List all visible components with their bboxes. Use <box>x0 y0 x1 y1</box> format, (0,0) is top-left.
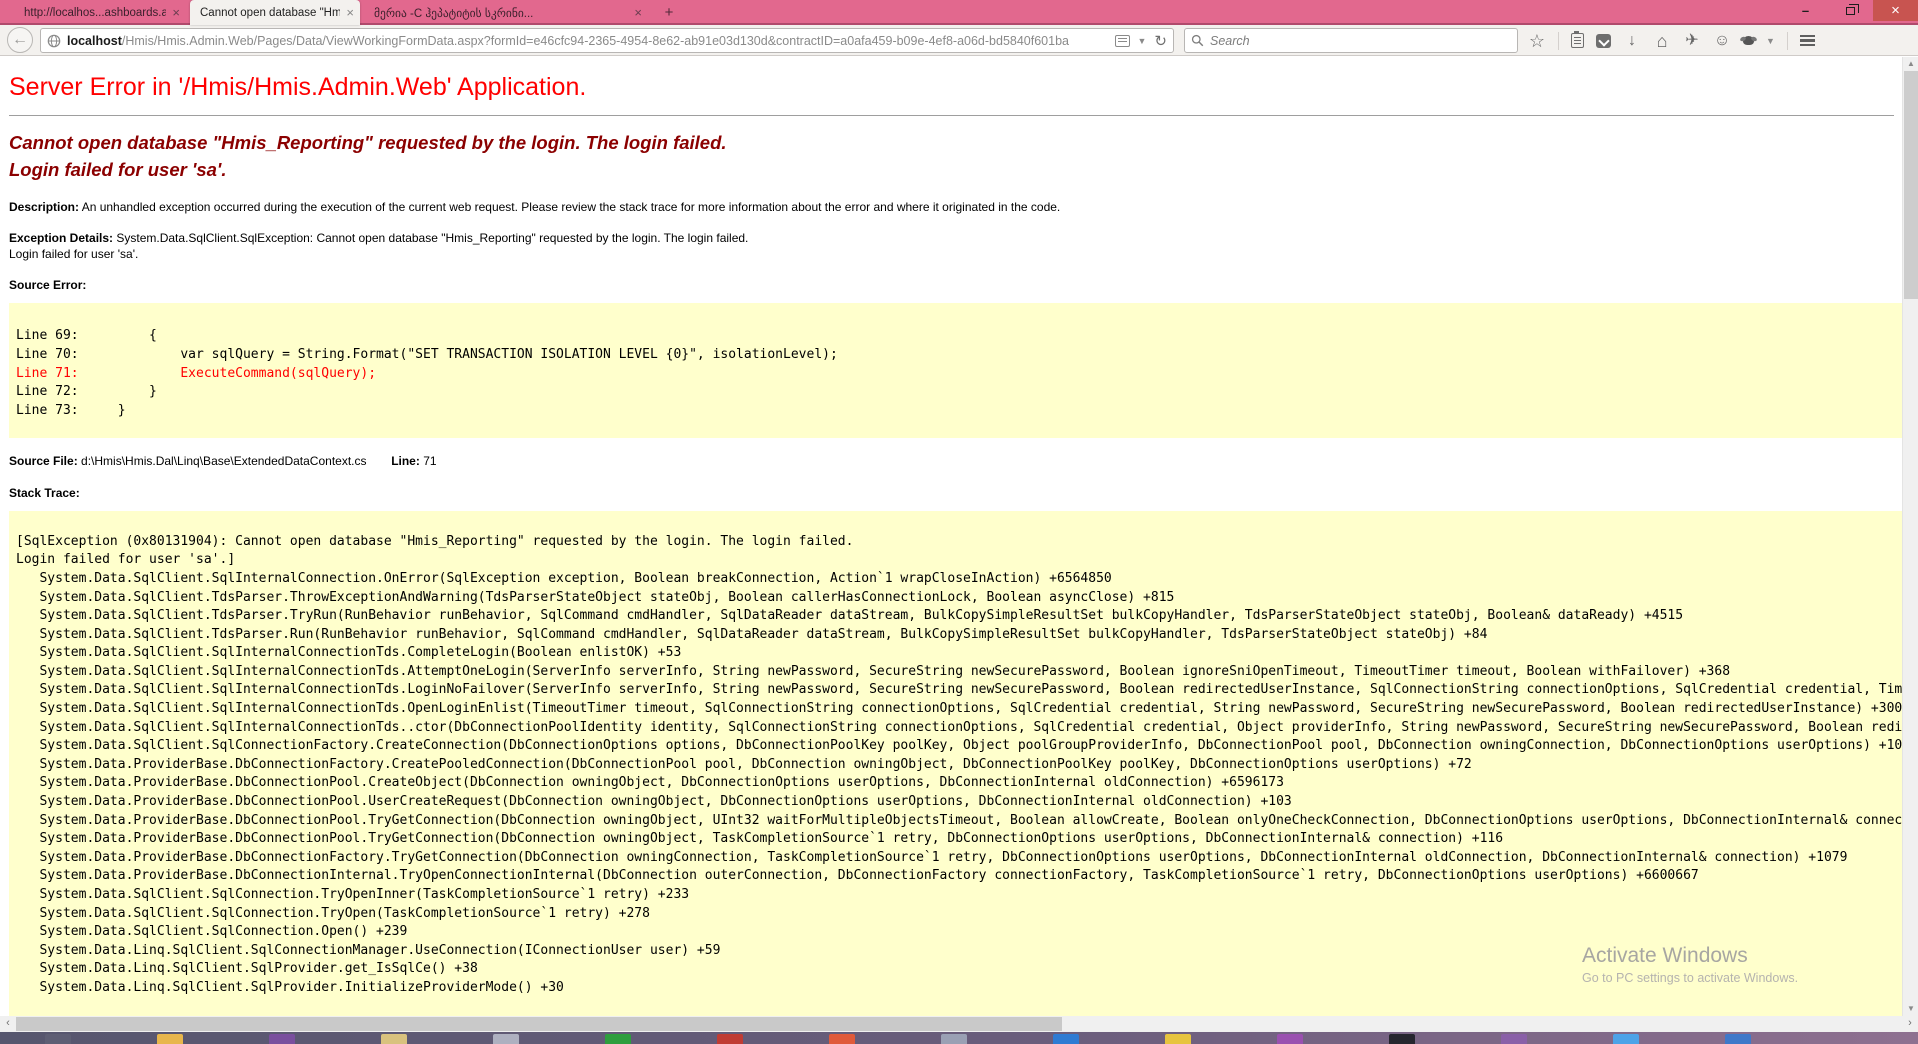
close-button[interactable]: × <box>1873 0 1918 21</box>
scroll-right-arrow[interactable]: › <box>1902 1016 1918 1032</box>
exception-details-text: System.Data.SqlClient.SqlException: Cann… <box>9 231 748 261</box>
tab-title: მერია -C ჰეპატიტის სკრინი... <box>374 6 628 20</box>
tab-close-icon[interactable]: × <box>346 6 354 19</box>
addon-icon[interactable] <box>1743 36 1754 45</box>
search-icon <box>1191 34 1204 47</box>
source-code-after: Line 72: } Line 73: } <box>16 383 1902 420</box>
vertical-scrollbar[interactable]: ▲ ▼ <box>1902 57 1918 1016</box>
taskbar-icon[interactable] <box>1053 1034 1079 1044</box>
source-error-box: Line 69: { Line 70: var sqlQuery = Strin… <box>9 303 1902 438</box>
exception-details-label: Exception Details: <box>9 231 113 245</box>
taskbar-icon[interactable] <box>605 1034 631 1044</box>
taskbar-icon[interactable] <box>381 1034 407 1044</box>
line-number: 71 <box>423 454 436 468</box>
taskbar-icon[interactable] <box>45 1034 71 1044</box>
tab-title: http://localhos...ashboards.aspx <box>24 7 166 19</box>
tab-dashboards[interactable]: http://localhos...ashboards.aspx × <box>14 2 186 23</box>
stack-trace-label: Stack Trace: <box>9 486 80 500</box>
toolbar-separator <box>1787 32 1788 50</box>
menu-hamburger-icon[interactable] <box>1800 35 1815 46</box>
source-code-error-line: Line 71: ExecuteCommand(sqlQuery); <box>16 365 1902 384</box>
tab-title: Cannot open database "Hmis_... <box>200 7 340 19</box>
source-file-label: Source File: <box>9 454 78 468</box>
scroll-up-arrow[interactable]: ▲ <box>1903 57 1918 71</box>
scroll-left-arrow[interactable]: ‹ <box>0 1016 16 1032</box>
toolbar-separator <box>1558 32 1559 50</box>
search-input[interactable] <box>1210 34 1511 48</box>
download-icon[interactable]: ↓ <box>1623 33 1641 49</box>
globe-icon <box>47 34 61 48</box>
chevron-down-icon[interactable]: ▼ <box>1766 36 1775 46</box>
line-label: Line: <box>391 454 420 468</box>
source-error-label: Source Error: <box>9 278 86 292</box>
stack-trace-heading: Stack Trace: <box>9 485 1894 501</box>
horizontal-scrollbar[interactable]: ‹ › <box>0 1016 1918 1032</box>
stack-trace-box: [SqlException (0x80131904): Cannot open … <box>9 511 1902 1016</box>
source-file-path: d:\Hmis\Hmis.Dal\Linq\Base\ExtendedDataC… <box>81 454 366 468</box>
page-title: Server Error in '/Hmis/Hmis.Admin.Web' A… <box>9 73 1894 102</box>
browser-window: http://localhos...ashboards.aspx × Canno… <box>0 0 1918 1044</box>
taskbar-icon[interactable] <box>1725 1034 1751 1044</box>
tab-error-page[interactable]: Cannot open database "Hmis_... × <box>190 0 360 25</box>
taskbar <box>0 1032 1918 1044</box>
home-icon[interactable]: ⌂ <box>1653 33 1671 49</box>
minimize-button[interactable]: – <box>1783 0 1828 21</box>
description-text: An unhandled exception occurred during t… <box>82 200 1061 214</box>
window-controls: – × <box>1783 0 1918 21</box>
new-tab-button[interactable]: + <box>656 3 682 23</box>
urlbar-actions: ▼ ↻ <box>1115 32 1168 50</box>
taskbar-icon[interactable] <box>1501 1034 1527 1044</box>
source-error-heading: Source Error: <box>9 277 1894 293</box>
hello-smiley-icon[interactable]: ☺ <box>1713 33 1731 49</box>
error-subtitle: Cannot open database "Hmis_Reporting" re… <box>9 130 1894 184</box>
description-label: Description: <box>9 200 79 214</box>
taskbar-icon[interactable] <box>717 1034 743 1044</box>
url-text[interactable]: localhost/Hmis/Hmis.Admin.Web/Pages/Data… <box>67 34 1115 48</box>
taskbar-icon[interactable] <box>1613 1034 1639 1044</box>
url-path: /Hmis/Hmis.Admin.Web/Pages/Data/ViewWork… <box>122 34 1069 48</box>
back-button[interactable]: ← <box>7 27 33 53</box>
bookmark-star-icon[interactable]: ☆ <box>1528 33 1546 49</box>
taskbar-icon[interactable] <box>1277 1034 1303 1044</box>
taskbar-icon[interactable] <box>829 1034 855 1044</box>
pocket-icon[interactable] <box>1596 34 1611 48</box>
divider <box>9 115 1894 116</box>
search-box[interactable] <box>1184 28 1518 53</box>
toolbar-icons: ☆ ↓ ⌂ ✈ ☺ ▼ <box>1528 25 1870 56</box>
navigation-toolbar: ← localhost/Hmis/Hmis.Admin.Web/Pages/Da… <box>0 25 1918 56</box>
reader-mode-icon[interactable] <box>1115 35 1130 47</box>
restore-icon <box>1846 7 1855 15</box>
scroll-down-arrow[interactable]: ▼ <box>1903 1002 1918 1016</box>
source-file-paragraph: Source File: d:\Hmis\Hmis.Dal\Linq\Base\… <box>9 453 1894 469</box>
restore-button[interactable] <box>1828 0 1873 21</box>
error-page-content: Server Error in '/Hmis/Hmis.Admin.Web' A… <box>0 57 1902 1016</box>
exception-paragraph: Exception Details: System.Data.SqlClient… <box>9 230 1894 262</box>
tab-georgian-page[interactable]: მერია -C ჰეპატიტის სკრინი... × <box>364 2 648 23</box>
source-code-before: Line 69: { Line 70: var sqlQuery = Strin… <box>16 327 1902 364</box>
stack-trace-text: [SqlException (0x80131904): Cannot open … <box>16 533 1902 998</box>
tab-close-icon[interactable]: × <box>634 6 642 19</box>
reading-list-icon[interactable] <box>1571 33 1584 48</box>
taskbar-icon[interactable] <box>493 1034 519 1044</box>
chevron-down-icon[interactable]: ▼ <box>1138 36 1147 46</box>
taskbar-icon[interactable] <box>157 1034 183 1044</box>
url-bar[interactable]: localhost/Hmis/Hmis.Admin.Web/Pages/Data… <box>40 28 1174 53</box>
tab-bar: http://localhos...ashboards.aspx × Canno… <box>0 0 1918 25</box>
tab-close-icon[interactable]: × <box>172 6 180 19</box>
taskbar-icon[interactable] <box>269 1034 295 1044</box>
taskbar-icon[interactable] <box>941 1034 967 1044</box>
url-host: localhost <box>67 34 122 48</box>
taskbar-icon[interactable] <box>1165 1034 1191 1044</box>
vertical-scroll-thumb[interactable] <box>1904 71 1918 299</box>
taskbar-icon[interactable] <box>1389 1034 1415 1044</box>
horizontal-scroll-thumb[interactable] <box>16 1017 1062 1031</box>
reload-icon[interactable]: ↻ <box>1154 32 1167 50</box>
description-paragraph: Description: An unhandled exception occu… <box>9 199 1894 215</box>
send-tab-icon[interactable]: ✈ <box>1683 33 1701 49</box>
